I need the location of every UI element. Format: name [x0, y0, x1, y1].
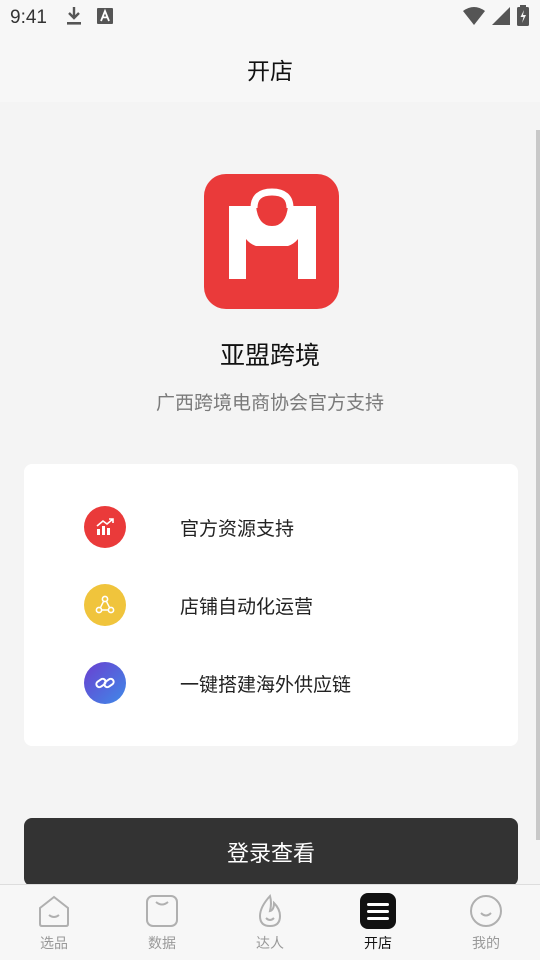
bag-icon — [144, 893, 180, 929]
page-title: 开店 — [247, 59, 293, 85]
feature-label: 一键搭建海外供应链 — [180, 673, 352, 696]
nav-item-me[interactable]: 我的 — [432, 885, 540, 960]
a-letter-icon — [96, 8, 113, 28]
status-time: 9:41 — [10, 7, 47, 28]
login-button[interactable]: 登录查看 — [24, 818, 518, 886]
status-system-icons — [462, 5, 530, 31]
feature-item: 一键搭建海外供应链 — [24, 658, 518, 708]
automation-icon — [84, 584, 126, 626]
feature-label: 店铺自动化运营 — [180, 595, 314, 618]
nav-item-select[interactable]: 选品 — [0, 885, 108, 960]
nav-label: 开店 — [364, 936, 392, 952]
flame-icon — [252, 893, 288, 929]
brand-subtitle: 广西跨境电商协会官方支持 — [155, 392, 384, 414]
wifi-icon — [462, 6, 486, 30]
features-card: 官方资源支持 店铺自动化运营 一键搭建海外供应链 — [24, 464, 518, 746]
nav-item-creators[interactable]: 达人 — [216, 885, 324, 960]
feature-item: 店铺自动化运营 — [24, 580, 518, 630]
link-icon — [84, 662, 126, 704]
app-logo — [204, 174, 339, 309]
download-icon — [65, 6, 83, 30]
feature-label: 官方资源支持 — [180, 517, 295, 540]
status-bar: 9:41 — [0, 0, 540, 36]
nav-label: 达人 — [256, 936, 284, 952]
smile-icon — [468, 893, 504, 929]
feature-item: 官方资源支持 — [24, 502, 518, 552]
scrollbar[interactable] — [536, 130, 540, 840]
bottom-nav: 选品 数据 达人 开店 我的 — [0, 884, 540, 960]
signal-icon — [490, 6, 512, 30]
nav-item-open-store[interactable]: 开店 — [324, 885, 432, 960]
app-header: 开店 — [0, 36, 540, 102]
nav-label: 我的 — [472, 936, 500, 952]
brand-name: 亚盟跨境 — [219, 341, 320, 370]
status-notification-icons — [65, 6, 113, 30]
nav-label: 数据 — [148, 936, 176, 952]
home-icon — [36, 893, 72, 929]
nav-label: 选品 — [40, 936, 68, 952]
menu-icon — [360, 893, 396, 929]
battery-icon — [516, 5, 530, 31]
growth-chart-icon — [84, 506, 126, 548]
nav-item-data[interactable]: 数据 — [108, 885, 216, 960]
